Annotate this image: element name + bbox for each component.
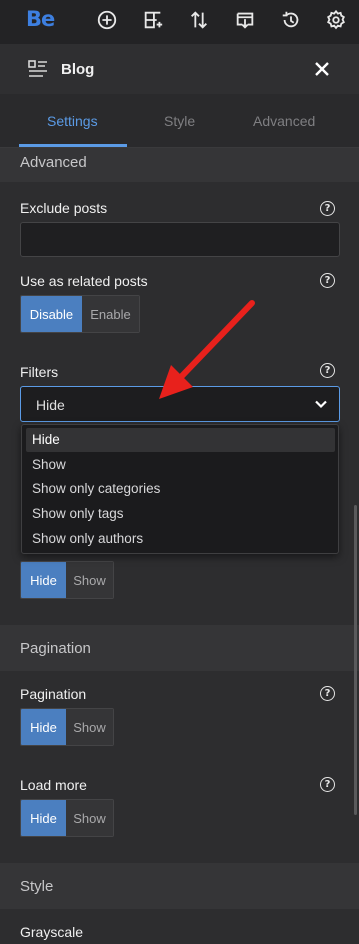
panel-title: Blog <box>61 61 95 78</box>
tab-settings[interactable]: Settings <box>47 113 98 129</box>
dropdown-option-hide[interactable]: Hide <box>26 428 335 452</box>
section-title: Pagination <box>20 640 91 657</box>
pagination-label: Pagination <box>20 686 87 702</box>
chevron-down-icon <box>315 400 327 409</box>
add-icon[interactable] <box>95 8 119 32</box>
export-icon[interactable] <box>233 8 257 32</box>
load-more-toggle: Hide Show <box>20 799 114 837</box>
close-icon[interactable] <box>312 59 332 79</box>
hidden-option-toggle: Hide Show <box>20 561 114 599</box>
related-posts-toggle: Disable Enable <box>20 295 140 333</box>
filters-selected-value: Hide <box>36 397 65 413</box>
show-option[interactable]: Show <box>66 562 113 598</box>
dropdown-option-show[interactable]: Show <box>26 453 335 477</box>
exclude-posts-label: Exclude posts <box>20 200 108 216</box>
tab-style[interactable]: Style <box>164 113 195 129</box>
pagination-toggle: Hide Show <box>20 708 114 746</box>
load-more-show-option[interactable]: Show <box>66 800 113 836</box>
filters-label: Filters <box>20 364 59 380</box>
panel-header: Blog <box>0 44 359 94</box>
active-tab-indicator <box>19 144 127 147</box>
tab-advanced[interactable]: Advanced <box>253 113 315 129</box>
help-icon[interactable]: ? <box>320 686 335 701</box>
filters-select[interactable]: Hide <box>20 386 340 422</box>
help-icon[interactable]: ? <box>320 201 335 216</box>
logo: Be <box>26 7 55 31</box>
help-icon[interactable]: ? <box>320 777 335 792</box>
section-advanced-header[interactable]: Advanced <box>0 148 359 182</box>
related-posts-label: Use as related posts <box>20 273 148 289</box>
dropdown-option-show-only-categories[interactable]: Show only categories <box>26 477 335 501</box>
layout-add-icon[interactable] <box>141 8 165 32</box>
pagination-hide-option[interactable]: Hide <box>21 709 67 745</box>
help-icon[interactable]: ? <box>320 273 335 288</box>
section-style-header[interactable]: Style <box>0 863 359 909</box>
panel-scrollbar[interactable] <box>354 505 357 815</box>
section-pagination-header[interactable]: Pagination <box>0 625 359 671</box>
dropdown-option-show-only-tags[interactable]: Show only tags <box>26 502 335 526</box>
related-disable-option[interactable]: Disable <box>21 296 82 332</box>
load-more-hide-option[interactable]: Hide <box>21 800 67 836</box>
section-title: Style <box>20 878 54 895</box>
filters-dropdown-menu: Hide Show Show only categories Show only… <box>21 424 339 554</box>
exclude-posts-input[interactable] <box>20 222 340 257</box>
related-enable-option[interactable]: Enable <box>81 296 139 332</box>
sort-icon[interactable] <box>187 8 211 32</box>
dropdown-option-show-only-authors[interactable]: Show only authors <box>26 527 335 551</box>
help-icon[interactable]: ? <box>320 363 335 378</box>
blog-widget-icon <box>28 60 47 77</box>
tab-bar: Settings Style Advanced <box>0 94 359 148</box>
history-icon[interactable] <box>279 8 303 32</box>
grayscale-label: Grayscale <box>20 924 84 940</box>
settings-icon[interactable] <box>324 8 348 32</box>
pagination-show-option[interactable]: Show <box>66 709 113 745</box>
load-more-label: Load more <box>20 777 87 793</box>
hide-option[interactable]: Hide <box>21 562 67 598</box>
top-toolbar: Be <box>0 0 359 44</box>
section-title: Advanced <box>20 154 87 171</box>
